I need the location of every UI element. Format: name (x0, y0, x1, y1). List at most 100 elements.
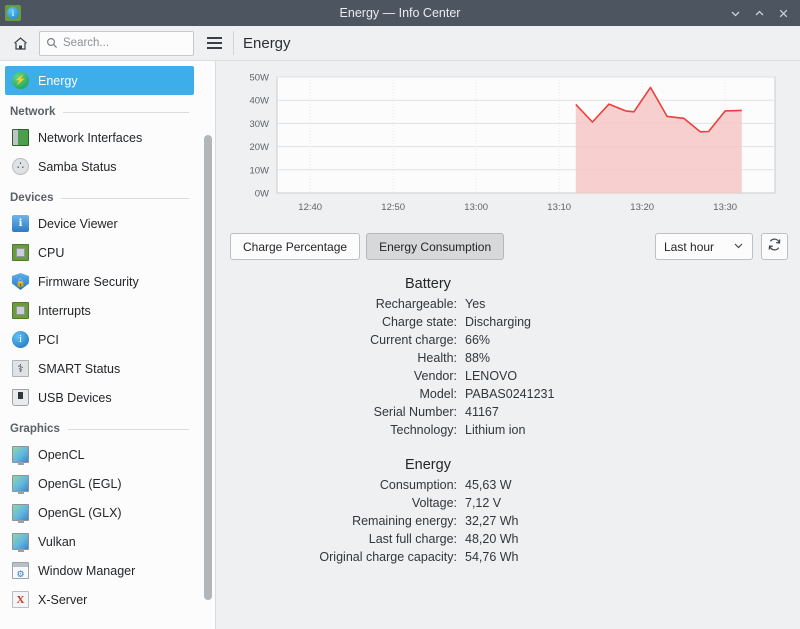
detail-value: 45,63 W (465, 478, 788, 492)
chart-x-tick-label: 13:20 (630, 202, 654, 213)
sidebar-item-opengl-egl[interactable]: OpenGL (EGL) (5, 469, 194, 498)
sidebar-item-label: Network Interfaces (38, 131, 142, 145)
sidebar-item-usb-devices[interactable]: USB Devices (5, 383, 194, 412)
energy-details: Consumption:45,63 WVoltage:7,12 VRemaini… (230, 478, 788, 564)
sidebar-item-pci[interactable]: PCI (5, 325, 194, 354)
sidebar-scrollbar[interactable] (204, 135, 212, 620)
sidebar-item-x-server[interactable]: X-Server (5, 585, 194, 614)
sidebar-item-label: OpenGL (EGL) (38, 477, 122, 491)
energy-section-title: Energy (405, 457, 788, 473)
network-card-icon (12, 129, 29, 146)
time-range-select[interactable]: Last hour (655, 233, 753, 260)
detail-key: Consumption: (230, 478, 465, 492)
charge-percentage-button[interactable]: Charge Percentage (230, 233, 360, 260)
x-server-icon (12, 591, 29, 608)
chart-x-tick-label: 13:00 (464, 202, 488, 213)
energy-consumption-button[interactable]: Energy Consumption (366, 233, 504, 260)
chevron-down-icon (733, 240, 744, 254)
shield-lock-icon (12, 273, 29, 290)
sidebar: Energy Network Network Interfaces Samba Sta… (0, 61, 216, 629)
chart-y-tick-label: 40W (249, 96, 269, 107)
energy-chart: 0W10W20W30W40W50W 12:4012:5013:0013:1013… (230, 69, 788, 219)
sidebar-item-label: Firmware Security (38, 275, 139, 289)
sidebar-item-cpu[interactable]: CPU (5, 238, 194, 267)
pci-info-icon (12, 331, 29, 348)
refresh-button[interactable] (761, 233, 788, 260)
sidebar-item-window-manager[interactable]: Window Manager (5, 556, 194, 585)
usb-device-icon (12, 389, 29, 406)
cpu-chip-icon (12, 302, 29, 319)
chevron-up-icon[interactable] (748, 3, 770, 23)
display-icon (12, 533, 29, 550)
sidebar-item-opengl-glx[interactable]: OpenGL (GLX) (5, 498, 194, 527)
detail-key: Voltage: (230, 496, 465, 510)
chart-y-tick-labels: 0W10W20W30W40W50W (249, 73, 269, 200)
sidebar-item-label: Device Viewer (38, 217, 118, 231)
sidebar-item-label: Window Manager (38, 564, 135, 578)
hamburger-menu-icon[interactable] (201, 30, 227, 56)
detail-key: Original charge capacity: (230, 550, 465, 564)
sidebar-group-divider (68, 429, 189, 430)
toolbar: Search... Energy (0, 26, 800, 61)
samba-share-icon (12, 158, 29, 175)
smart-disk-icon (12, 360, 29, 377)
sidebar-item-vulkan[interactable]: Vulkan (5, 527, 194, 556)
detail-key: Last full charge: (230, 532, 465, 546)
display-icon (12, 504, 29, 521)
sidebar-group-label: Network (10, 106, 55, 118)
home-icon[interactable] (5, 30, 35, 56)
detail-value: LENOVO (465, 369, 788, 383)
detail-value: 41167 (465, 405, 788, 419)
detail-value: 66% (465, 333, 788, 347)
sidebar-item-interrupts[interactable]: Interrupts (5, 296, 194, 325)
sidebar-group-label: Graphics (10, 423, 60, 435)
sidebar-item-label: Energy (38, 74, 78, 88)
display-icon (12, 475, 29, 492)
sidebar-item-label: USB Devices (38, 391, 112, 405)
battery-section-title: Battery (405, 276, 788, 292)
detail-key: Serial Number: (230, 405, 465, 419)
sidebar-item-label: PCI (38, 333, 59, 347)
sidebar-item-label: OpenGL (GLX) (38, 506, 122, 520)
sidebar-group-graphics: Graphics (10, 423, 189, 435)
title-bar: i Energy — Info Center (0, 0, 800, 26)
time-range-value: Last hour (664, 240, 714, 254)
sidebar-item-device-viewer[interactable]: Device Viewer (5, 209, 194, 238)
sidebar-item-smart-status[interactable]: SMART Status (5, 354, 194, 383)
cpu-chip-icon (12, 244, 29, 261)
detail-value: Yes (465, 297, 788, 311)
detail-key: Model: (230, 387, 465, 401)
chart-x-tick-labels: 12:4012:5013:0013:1013:2013:30 (298, 202, 737, 213)
chart-x-tick-label: 12:50 (381, 202, 405, 213)
search-icon (46, 37, 58, 49)
battery-details: Rechargeable:YesCharge state:Discharging… (230, 297, 788, 437)
detail-value: 54,76 Wh (465, 550, 788, 564)
chart-svg: 0W10W20W30W40W50W 12:4012:5013:0013:1013… (230, 69, 778, 219)
sidebar-item-network-interfaces[interactable]: Network Interfaces (5, 123, 194, 152)
search-input[interactable]: Search... (39, 31, 194, 56)
sidebar-item-firmware-security[interactable]: Firmware Security (5, 267, 194, 296)
sidebar-group-label: Devices (10, 192, 53, 204)
detail-key: Technology: (230, 423, 465, 437)
detail-value: 48,20 Wh (465, 532, 788, 546)
display-icon (12, 446, 29, 463)
chart-y-tick-label: 0W (255, 189, 269, 200)
sidebar-item-label: X-Server (38, 593, 87, 607)
device-info-icon (12, 215, 29, 232)
detail-key: Health: (230, 351, 465, 365)
sidebar-item-label: SMART Status (38, 362, 120, 376)
sidebar-scrollbar-thumb[interactable] (204, 135, 212, 600)
sidebar-item-opencl[interactable]: OpenCL (5, 440, 194, 469)
sidebar-item-label: Samba Status (38, 160, 117, 174)
sidebar-item-label: CPU (38, 246, 64, 260)
chevron-down-icon[interactable] (724, 3, 746, 23)
chart-x-tick-label: 12:40 (298, 202, 322, 213)
sidebar-item-label: OpenCL (38, 448, 85, 462)
close-icon[interactable] (772, 3, 794, 23)
detail-value: 32,27 Wh (465, 514, 788, 528)
chart-controls: Charge Percentage Energy Consumption Las… (230, 233, 788, 260)
sidebar-item-label: Vulkan (38, 535, 76, 549)
detail-value: Lithium ion (465, 423, 788, 437)
sidebar-item-energy[interactable]: Energy (5, 66, 194, 95)
sidebar-item-samba-status[interactable]: Samba Status (5, 152, 194, 181)
